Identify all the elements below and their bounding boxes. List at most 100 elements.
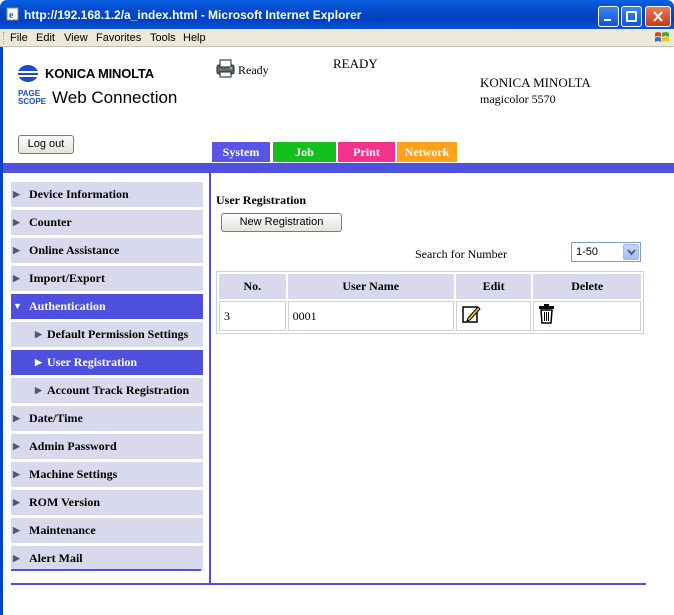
minimize-icon xyxy=(604,19,611,21)
arrow-right-icon: ▶ xyxy=(13,245,20,255)
trash-icon[interactable] xyxy=(538,304,556,324)
pagescope-title: Web Connection xyxy=(52,88,178,107)
tab-network[interactable]: Network xyxy=(397,142,457,162)
arrow-right-icon: ▶ xyxy=(13,217,20,227)
tab-print[interactable]: Print xyxy=(338,142,395,162)
sidebar-item-alert-mail[interactable]: ▶ Alert Mail xyxy=(11,546,203,571)
cell-user-name: 0001 xyxy=(287,301,454,331)
device-status-display: READY xyxy=(333,56,378,71)
arrow-right-icon: ▶ xyxy=(13,441,20,451)
sidebar-item-label: Counter xyxy=(29,215,72,229)
table-header-row: No. User Name Edit Delete xyxy=(219,274,641,299)
arrow-right-icon: ▶ xyxy=(13,469,20,479)
sidebar-nav: ▶ Device Information ▶ Counter ▶ Online … xyxy=(11,182,203,574)
sidebar-item-device-information[interactable]: ▶ Device Information xyxy=(11,182,203,207)
footer-divider xyxy=(11,583,646,585)
sidebar-item-label: Date/Time xyxy=(29,411,83,425)
sidebar-item-date-time[interactable]: ▶ Date/Time xyxy=(11,406,203,431)
arrow-right-icon: ▶ xyxy=(35,385,42,395)
cell-no: 3 xyxy=(219,301,286,331)
menu-tools[interactable]: Tools xyxy=(150,32,176,44)
sidebar-bottom-divider xyxy=(11,569,201,571)
sidebar-item-label: Import/Export xyxy=(29,271,105,285)
column-header-edit: Edit xyxy=(455,274,532,299)
ie-page-icon: e xyxy=(6,7,19,21)
arrow-right-icon: ▶ xyxy=(35,329,42,339)
sidebar-item-label: Maintenance xyxy=(29,523,96,537)
sidebar-item-label: Account Track Registration xyxy=(47,383,190,397)
sidebar-item-label: Default Permission Settings xyxy=(47,327,189,341)
close-icon xyxy=(653,11,663,22)
sidebar-item-online-assistance[interactable]: ▶ Online Assistance xyxy=(11,238,203,263)
user-table: No. User Name Edit Delete 3 0001 xyxy=(216,271,644,334)
table-row: 3 0001 xyxy=(219,301,641,331)
sidebar-vertical-divider xyxy=(209,173,211,584)
tab-system[interactable]: System xyxy=(212,142,270,162)
pagescope-logo: PAGE SCOPE Web Connection xyxy=(18,88,177,108)
sidebar-item-label: Device Information xyxy=(29,187,129,201)
sidebar-item-default-permission-settings[interactable]: ▶ Default Permission Settings xyxy=(11,322,203,347)
search-for-number-label: Search for Number xyxy=(415,247,507,261)
pagescope-mark-bottom: SCOPE xyxy=(18,97,47,106)
device-brand: KONICA MINOLTA xyxy=(480,75,591,90)
minimize-button[interactable] xyxy=(598,6,619,27)
menu-view[interactable]: View xyxy=(64,32,88,44)
arrow-right-icon: ▶ xyxy=(13,413,20,423)
menu-bar: File Edit View Favorites Tools Help xyxy=(0,29,674,47)
konica-minolta-logo: KONICA MINOLTA xyxy=(18,63,154,83)
maximize-button[interactable] xyxy=(621,6,642,27)
sidebar-item-rom-version[interactable]: ▶ ROM Version xyxy=(11,490,203,515)
sidebar-item-maintenance[interactable]: ▶ Maintenance xyxy=(11,518,203,543)
new-registration-button[interactable]: New Registration xyxy=(221,213,342,232)
arrow-down-icon: ▼ xyxy=(13,301,22,311)
sidebar-item-account-track-registration[interactable]: ▶ Account Track Registration xyxy=(11,378,203,403)
arrow-right-icon: ▶ xyxy=(13,553,20,563)
sidebar-item-label: User Registration xyxy=(47,355,138,369)
dropdown-button[interactable] xyxy=(623,244,639,260)
sidebar-item-label: Machine Settings xyxy=(29,467,118,481)
arrow-right-icon: ▶ xyxy=(13,497,20,507)
number-range-select[interactable]: 1-50 xyxy=(571,242,641,262)
sidebar-item-label: Authentication xyxy=(29,299,106,313)
window-title: http://192.168.1.2/a_index.html - Micros… xyxy=(24,8,362,22)
menu-help[interactable]: Help xyxy=(183,32,206,44)
arrow-right-icon: ▶ xyxy=(13,189,20,199)
sidebar-item-label: Admin Password xyxy=(29,439,117,453)
sidebar-item-counter[interactable]: ▶ Counter xyxy=(11,210,203,235)
tab-job[interactable]: Job xyxy=(273,142,336,162)
printer-status-icon xyxy=(216,59,235,78)
sidebar-item-import-export[interactable]: ▶ Import/Export xyxy=(11,266,203,291)
menu-file[interactable]: File xyxy=(10,32,28,44)
brand-logo-text: KONICA MINOLTA xyxy=(45,65,154,81)
maximize-icon xyxy=(626,11,637,22)
chevron-down-icon xyxy=(627,249,636,256)
sidebar-item-authentication[interactable]: ▼ Authentication xyxy=(11,294,203,319)
number-range-value: 1-50 xyxy=(576,246,599,258)
header-divider-band xyxy=(3,163,674,173)
toolbar-grip xyxy=(3,32,6,44)
window-titlebar: e http://192.168.1.2/a_index.html - Micr… xyxy=(0,0,674,29)
sidebar-item-label: Alert Mail xyxy=(29,551,83,565)
windows-logo-icon xyxy=(655,32,669,42)
menu-favorites[interactable]: Favorites xyxy=(96,32,141,44)
column-header-user-name: User Name xyxy=(287,274,454,299)
status-ready-text: Ready xyxy=(238,63,269,77)
sidebar-item-label: Online Assistance xyxy=(29,243,120,257)
cell-edit xyxy=(455,301,532,331)
cell-delete xyxy=(533,301,641,331)
arrow-right-icon: ▶ xyxy=(13,273,20,283)
sidebar-item-admin-password[interactable]: ▶ Admin Password xyxy=(11,434,203,459)
sidebar-item-user-registration[interactable]: ▶ User Registration xyxy=(11,350,203,375)
sidebar-item-label: ROM Version xyxy=(29,495,101,509)
logout-button[interactable]: Log out xyxy=(18,135,74,154)
menu-edit[interactable]: Edit xyxy=(36,32,55,44)
page-title: User Registration xyxy=(216,193,307,207)
arrow-right-icon: ▶ xyxy=(13,525,20,535)
sidebar-item-machine-settings[interactable]: ▶ Machine Settings xyxy=(11,462,203,487)
pagescope-mark: PAGE SCOPE xyxy=(18,90,46,106)
konica-minolta-globe-icon xyxy=(18,64,38,82)
column-header-no: No. xyxy=(219,274,286,299)
svg-text:e: e xyxy=(9,10,14,21)
edit-icon[interactable] xyxy=(461,304,481,324)
close-button[interactable] xyxy=(645,6,671,27)
